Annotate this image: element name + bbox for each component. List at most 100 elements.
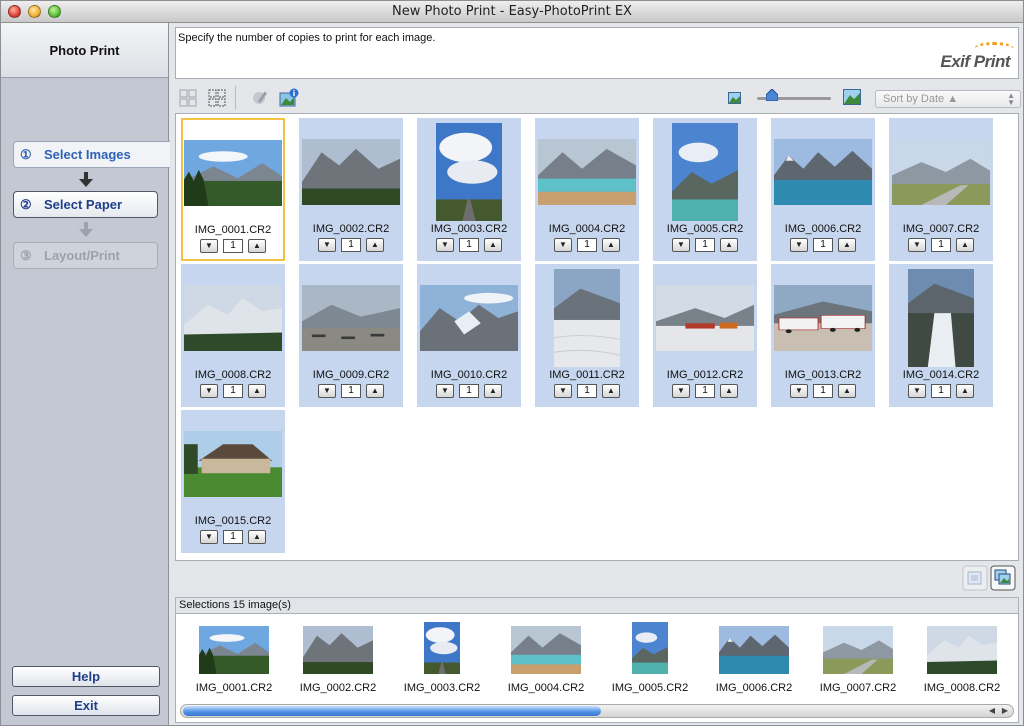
- increment-button[interactable]: ▲: [366, 238, 384, 252]
- image-thumbnail[interactable]: [554, 269, 620, 367]
- zoom-icon[interactable]: [48, 5, 61, 18]
- selection-thumbnail[interactable]: [927, 626, 997, 674]
- image-thumbnail[interactable]: [672, 123, 738, 221]
- increment-button[interactable]: ▲: [366, 384, 384, 398]
- selection-thumbnail[interactable]: [632, 622, 668, 674]
- image-thumbnail[interactable]: [656, 285, 754, 351]
- copies-count-field[interactable]: 1: [813, 238, 833, 252]
- decrement-button[interactable]: ▼: [790, 384, 808, 398]
- decrement-button[interactable]: ▼: [672, 238, 690, 252]
- decrement-button[interactable]: ▼: [318, 384, 336, 398]
- copies-count-field[interactable]: 1: [931, 238, 951, 252]
- decrement-button[interactable]: ▼: [672, 384, 690, 398]
- copies-count-field[interactable]: 1: [459, 238, 479, 252]
- selection-thumbnail[interactable]: [823, 626, 893, 674]
- image-card[interactable]: IMG_0004.CR2 ▼ 1 ▲: [535, 118, 639, 261]
- image-card[interactable]: IMG_0005.CR2 ▼ 1 ▲: [653, 118, 757, 261]
- selection-item[interactable]: IMG_0004.CR2: [494, 618, 598, 698]
- selection-item[interactable]: IMG_0007.CR2: [806, 618, 910, 698]
- increment-button[interactable]: ▲: [956, 238, 974, 252]
- increment-button[interactable]: ▲: [248, 530, 266, 544]
- horizontal-scrollbar[interactable]: ◀ ▶: [180, 704, 1014, 718]
- image-thumbnail[interactable]: [184, 285, 282, 351]
- image-thumbnail[interactable]: [184, 140, 282, 206]
- image-card[interactable]: IMG_0014.CR2 ▼ 1 ▲: [889, 264, 993, 407]
- selection-item[interactable]: IMG_0005.CR2: [598, 618, 702, 698]
- select-all-icon[interactable]: [178, 88, 198, 108]
- copies-count-field[interactable]: 1: [695, 384, 715, 398]
- small-image-icon[interactable]: [728, 92, 741, 104]
- image-card[interactable]: IMG_0006.CR2 ▼ 1 ▲: [771, 118, 875, 261]
- decrement-button[interactable]: ▼: [908, 384, 926, 398]
- selection-thumbnail[interactable]: [511, 626, 581, 674]
- copies-count-field[interactable]: 1: [223, 530, 243, 544]
- image-card[interactable]: IMG_0013.CR2 ▼ 1 ▲: [771, 264, 875, 407]
- image-card[interactable]: IMG_0010.CR2 ▼ 1 ▲: [417, 264, 521, 407]
- close-icon[interactable]: [8, 5, 21, 18]
- increment-button[interactable]: ▲: [956, 384, 974, 398]
- decrement-button[interactable]: ▼: [554, 238, 572, 252]
- copies-count-field[interactable]: 1: [459, 384, 479, 398]
- increment-button[interactable]: ▲: [484, 238, 502, 252]
- increment-button[interactable]: ▲: [720, 238, 738, 252]
- large-image-icon[interactable]: [843, 89, 861, 105]
- increment-button[interactable]: ▲: [838, 238, 856, 252]
- selection-thumbnail[interactable]: [424, 622, 460, 674]
- image-thumbnail[interactable]: [302, 139, 400, 205]
- image-thumbnail[interactable]: [892, 139, 990, 205]
- increment-button[interactable]: ▲: [248, 239, 266, 253]
- selection-item[interactable]: IMG_0006.CR2: [702, 618, 806, 698]
- zoom-slider-knob[interactable]: [766, 89, 778, 101]
- image-card[interactable]: IMG_0008.CR2 ▼ 1 ▲: [181, 264, 285, 407]
- increment-button[interactable]: ▲: [720, 384, 738, 398]
- image-card[interactable]: IMG_0003.CR2 ▼ 1 ▲: [417, 118, 521, 261]
- selection-item[interactable]: IMG_0008.CR2: [910, 618, 1014, 698]
- minimize-icon[interactable]: [28, 5, 41, 18]
- help-button[interactable]: Help: [12, 666, 160, 687]
- image-thumbnail[interactable]: [420, 285, 518, 351]
- scroll-right-icon[interactable]: ▶: [998, 705, 1012, 717]
- increment-button[interactable]: ▲: [838, 384, 856, 398]
- selection-thumbnail[interactable]: [719, 626, 789, 674]
- copy-images-icon[interactable]: [990, 565, 1016, 591]
- image-thumbnail[interactable]: [774, 139, 872, 205]
- decrement-button[interactable]: ▼: [436, 238, 454, 252]
- copies-count-field[interactable]: 1: [223, 384, 243, 398]
- deselect-all-icon[interactable]: [207, 88, 227, 108]
- image-thumbnail[interactable]: [774, 285, 872, 351]
- step-select-images[interactable]: ① Select Images: [13, 141, 170, 168]
- step-layout-print[interactable]: ③ Layout/Print: [13, 242, 158, 269]
- image-thumbnail[interactable]: [436, 123, 502, 221]
- selection-item[interactable]: IMG_0003.CR2: [390, 618, 494, 698]
- image-info-icon[interactable]: [279, 88, 299, 108]
- decrement-button[interactable]: ▼: [200, 530, 218, 544]
- increment-button[interactable]: ▲: [248, 384, 266, 398]
- increment-button[interactable]: ▲: [484, 384, 502, 398]
- exit-button[interactable]: Exit: [12, 695, 160, 716]
- edit-icon[interactable]: [250, 88, 270, 108]
- image-card[interactable]: IMG_0011.CR2 ▼ 1 ▲: [535, 264, 639, 407]
- image-card[interactable]: IMG_0002.CR2 ▼ 1 ▲: [299, 118, 403, 261]
- copies-count-field[interactable]: 1: [813, 384, 833, 398]
- sort-dropdown[interactable]: Sort by Date ▲ ▲ ▼: [875, 90, 1021, 108]
- step-select-paper[interactable]: ② Select Paper: [13, 191, 158, 218]
- decrement-button[interactable]: ▼: [554, 384, 572, 398]
- decrement-button[interactable]: ▼: [200, 239, 218, 253]
- decrement-button[interactable]: ▼: [200, 384, 218, 398]
- decrement-button[interactable]: ▼: [908, 238, 926, 252]
- decrement-button[interactable]: ▼: [790, 238, 808, 252]
- copies-count-field[interactable]: 1: [223, 239, 243, 253]
- selection-thumbnail[interactable]: [303, 626, 373, 674]
- decrement-button[interactable]: ▼: [318, 238, 336, 252]
- selection-item[interactable]: IMG_0002.CR2: [286, 618, 390, 698]
- image-thumbnail[interactable]: [908, 269, 974, 367]
- selection-thumbnail[interactable]: [199, 626, 269, 674]
- copies-count-field[interactable]: 1: [341, 238, 361, 252]
- image-card[interactable]: IMG_0007.CR2 ▼ 1 ▲: [889, 118, 993, 261]
- image-thumbnail[interactable]: [538, 139, 636, 205]
- scroll-left-icon[interactable]: ◀: [985, 705, 999, 717]
- scrollbar-thumb[interactable]: [183, 706, 601, 716]
- copies-count-field[interactable]: 1: [695, 238, 715, 252]
- selection-item[interactable]: IMG_0001.CR2: [182, 618, 286, 698]
- copies-count-field[interactable]: 1: [577, 384, 597, 398]
